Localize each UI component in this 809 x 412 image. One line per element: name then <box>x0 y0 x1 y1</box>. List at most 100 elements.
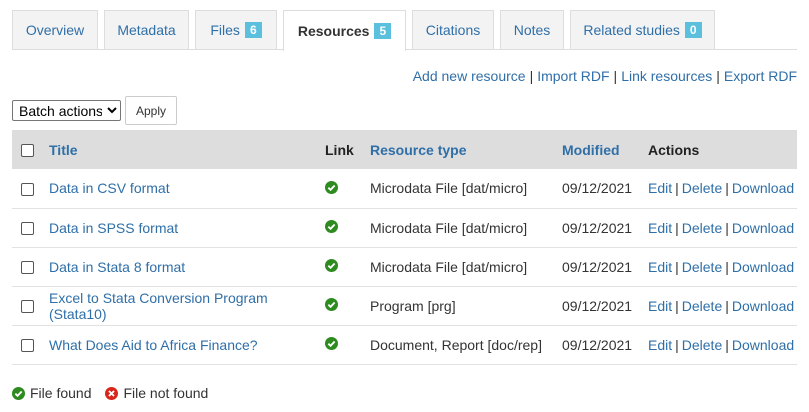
download-link[interactable]: Download <box>732 220 794 236</box>
legend-not-found-label: File not found <box>123 385 209 401</box>
add-new-resource-link[interactable]: Add new resource <box>413 68 526 84</box>
tab-label: Resources <box>297 23 370 39</box>
resource-action-links: Add new resource | Import RDF | Link resourc… <box>413 68 797 84</box>
tab-label: Citations <box>425 22 481 38</box>
tab-label: Related studies <box>583 22 680 38</box>
edit-link[interactable]: Edit <box>648 337 672 353</box>
tab-notes[interactable]: Notes <box>500 10 564 49</box>
separator: | <box>613 68 618 84</box>
delete-link[interactable]: Delete <box>682 180 722 196</box>
delete-link[interactable]: Delete <box>682 220 722 236</box>
select-all-cell <box>12 130 49 169</box>
delete-link[interactable]: Delete <box>682 298 722 314</box>
check-circle-icon <box>325 298 338 314</box>
link-status-cell <box>325 247 370 287</box>
files-count-badge: 6 <box>244 22 262 38</box>
row-checkbox[interactable] <box>21 339 34 353</box>
row-checkbox[interactable] <box>21 222 34 236</box>
row-checkbox[interactable] <box>21 261 34 275</box>
separator: | <box>725 258 729 275</box>
table-row: What Does Aid to Africa Finance? Document… <box>12 325 797 365</box>
row-actions-cell: Edit | Delete | Download <box>648 169 797 209</box>
title-column-header[interactable]: Title <box>49 130 325 169</box>
separator: | <box>675 219 679 236</box>
tab-label: Metadata <box>117 22 176 38</box>
row-actions-cell: Edit | Delete | Download <box>648 325 797 365</box>
tab-resources[interactable]: Resources 5 <box>283 10 406 51</box>
table-row: Data in CSV format Microdata File [dat/mi… <box>12 169 797 209</box>
row-select-cell <box>12 208 49 248</box>
apply-button[interactable]: Apply <box>125 96 177 125</box>
legend-found: File found <box>12 385 91 401</box>
modified-date-cell: 09/12/2021 <box>562 169 648 209</box>
tab-metadata[interactable]: Metadata <box>104 10 189 49</box>
link-resources-link[interactable]: Link resources <box>621 68 712 84</box>
title-cell: Excel to Stata Conversion Program (Stata… <box>49 286 325 326</box>
row-checkbox[interactable] <box>21 183 34 197</box>
check-circle-icon <box>325 180 338 197</box>
tab-files[interactable]: Files 6 <box>195 10 277 49</box>
x-circle-icon <box>105 386 119 400</box>
link-status-cell <box>325 286 370 326</box>
table-row: Excel to Stata Conversion Program (Stata… <box>12 286 797 326</box>
table-row: Data in SPSS format Microdata File [dat/m… <box>12 208 797 248</box>
resource-type-cell: Document, Report [doc/rep] <box>370 325 562 365</box>
delete-link[interactable]: Delete <box>682 259 722 275</box>
delete-link[interactable]: Delete <box>682 337 722 353</box>
separator: | <box>725 180 729 197</box>
title-cell: What Does Aid to Africa Finance? <box>49 325 325 365</box>
select-all-checkbox[interactable] <box>21 144 34 158</box>
tab-label: Files <box>210 22 240 38</box>
modified-date-cell: 09/12/2021 <box>562 286 648 326</box>
resource-title-link[interactable]: Data in Stata 8 format <box>49 259 185 275</box>
download-link[interactable]: Download <box>732 259 794 275</box>
separator: | <box>675 180 679 197</box>
link-status-cell <box>325 208 370 248</box>
download-link[interactable]: Download <box>732 180 794 196</box>
modified-date-cell: 09/12/2021 <box>562 208 648 248</box>
table-row: Data in Stata 8 format Microdata File [da… <box>12 247 797 287</box>
tab-citations[interactable]: Citations <box>412 10 494 49</box>
resource-type-cell: Program [prg] <box>370 286 562 326</box>
batch-actions-select[interactable]: Batch actions <box>12 100 121 121</box>
tab-label: Overview <box>25 22 85 38</box>
modified-date-cell: 09/12/2021 <box>562 247 648 287</box>
row-actions-cell: Edit | Delete | Download <box>648 247 797 287</box>
link-column-header: Link <box>325 130 370 169</box>
modified-date-cell: 09/12/2021 <box>562 325 648 365</box>
edit-link[interactable]: Edit <box>648 298 672 314</box>
resource-title-link[interactable]: What Does Aid to Africa Finance? <box>49 337 258 353</box>
tab-label: Notes <box>513 22 551 38</box>
edit-link[interactable]: Edit <box>648 259 672 275</box>
tab-overview[interactable]: Overview <box>12 10 98 49</box>
row-select-cell <box>12 286 49 326</box>
resource-title-link[interactable]: Data in CSV format <box>49 180 170 196</box>
download-link[interactable]: Download <box>732 337 794 353</box>
row-select-cell <box>12 325 49 365</box>
separator: | <box>725 297 729 314</box>
separator: | <box>716 68 720 84</box>
download-link[interactable]: Download <box>732 298 794 314</box>
tab-related-studies[interactable]: Related studies 0 <box>570 10 715 49</box>
check-circle-icon <box>325 259 338 275</box>
resources-count-badge: 5 <box>374 23 392 39</box>
import-rdf-link[interactable]: Import RDF <box>537 68 609 84</box>
resource-title-link[interactable]: Data in SPSS format <box>49 220 178 236</box>
check-circle-icon <box>325 220 338 236</box>
title-cell: Data in CSV format <box>49 169 325 209</box>
separator: | <box>675 297 679 314</box>
check-circle-icon <box>12 386 25 400</box>
resource-type-cell: Microdata File [dat/micro] <box>370 247 562 287</box>
row-checkbox[interactable] <box>21 300 34 314</box>
row-select-cell <box>12 247 49 287</box>
resource-title-link[interactable]: Excel to Stata Conversion Program (Stata… <box>49 290 268 322</box>
export-rdf-link[interactable]: Export RDF <box>724 68 797 84</box>
legend-found-label: File found <box>30 385 92 401</box>
link-status-cell <box>325 325 370 365</box>
resource-type-column-header[interactable]: Resource type <box>370 130 562 169</box>
edit-link[interactable]: Edit <box>648 180 672 196</box>
separator: | <box>725 336 729 353</box>
modified-column-header[interactable]: Modified <box>562 130 648 169</box>
separator: | <box>725 219 729 236</box>
edit-link[interactable]: Edit <box>648 220 672 236</box>
